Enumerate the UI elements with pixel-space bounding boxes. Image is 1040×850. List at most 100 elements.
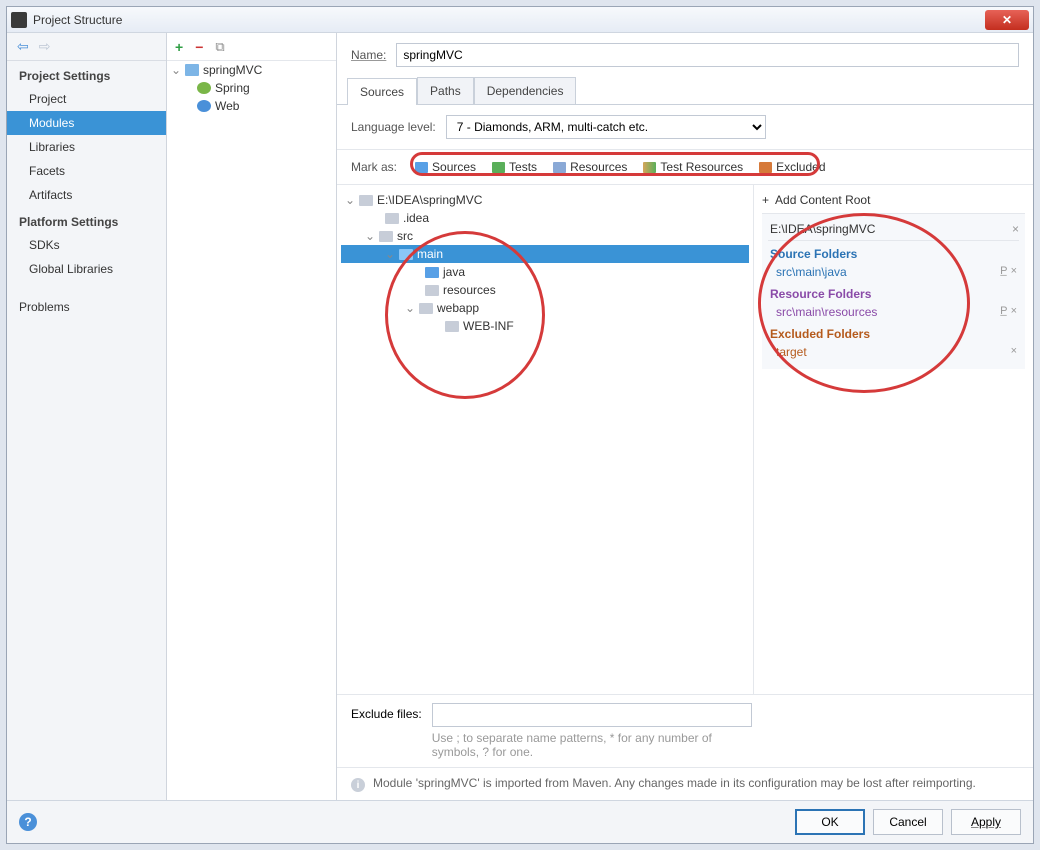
module-root[interactable]: ⌄ springMVC — [167, 61, 336, 79]
mark-tests-button[interactable]: Tests — [488, 158, 541, 176]
module-facet-web[interactable]: Web — [167, 97, 336, 115]
close-button[interactable]: ✕ — [985, 10, 1029, 30]
module-facet-label: Web — [215, 99, 239, 113]
resource-folder-item[interactable]: src\main\resourcesP̲ × — [768, 303, 1019, 321]
modules-panel: + − ⧉ ⌄ springMVC Spring Web — [167, 33, 337, 800]
chevron-down-icon: ⌄ — [345, 193, 355, 207]
window-title: Project Structure — [33, 13, 122, 27]
settings-sidebar: ⇦ ⇨ Project Settings Project Modules Lib… — [7, 33, 167, 800]
section-project-settings: Project Settings — [7, 61, 166, 87]
mark-as-label: Mark as: — [351, 160, 397, 174]
section-platform-settings: Platform Settings — [7, 207, 166, 233]
excluded-folder-item[interactable]: target× — [768, 343, 1019, 361]
copy-module-icon[interactable]: ⧉ — [215, 39, 224, 55]
language-level-select[interactable]: 7 - Diamonds, ARM, multi-catch etc. — [446, 115, 766, 139]
plus-icon: + — [762, 193, 769, 207]
mark-test-resources-button[interactable]: Test Resources — [639, 158, 747, 176]
help-icon[interactable]: ? — [19, 813, 37, 831]
sidebar-item-facets[interactable]: Facets — [7, 159, 166, 183]
tab-sources[interactable]: Sources — [347, 78, 417, 105]
modules-toolbar: + − ⧉ — [167, 33, 336, 61]
tests-color-icon — [492, 162, 505, 173]
chevron-down-icon: ⌄ — [365, 229, 375, 243]
source-folders-header: Source Folders — [768, 241, 1019, 263]
folder-icon — [379, 231, 393, 242]
name-label: Name: — [351, 48, 386, 62]
folder-icon — [445, 321, 459, 332]
sidebar-item-project[interactable]: Project — [7, 87, 166, 111]
remove-module-icon[interactable]: − — [195, 39, 203, 55]
add-module-icon[interactable]: + — [175, 39, 183, 55]
tree-webinf[interactable]: WEB-INF — [341, 317, 749, 335]
exclude-files-row: Exclude files: Use ; to separate name pa… — [337, 694, 1033, 767]
forward-icon[interactable]: ⇨ — [39, 38, 51, 55]
module-facet-spring[interactable]: Spring — [167, 79, 336, 97]
apply-button[interactable]: Apply — [951, 809, 1021, 835]
excluded-color-icon — [759, 162, 772, 173]
remove-root-icon[interactable]: × — [1012, 222, 1019, 236]
mark-excluded-button[interactable]: Excluded — [755, 158, 829, 176]
sidebar-item-artifacts[interactable]: Artifacts — [7, 183, 166, 207]
content-root-path[interactable]: E:\IDEA\springMVC× — [768, 218, 1019, 241]
spring-icon — [197, 82, 211, 94]
tab-dependencies[interactable]: Dependencies — [474, 77, 577, 104]
name-row: Name: — [337, 33, 1033, 77]
folder-icon — [419, 303, 433, 314]
info-icon: i — [351, 778, 365, 792]
tree-src[interactable]: ⌄src — [341, 227, 749, 245]
main-panel: Name: Sources Paths Dependencies Languag… — [337, 33, 1033, 800]
module-tabs: Sources Paths Dependencies — [337, 77, 1033, 105]
mark-sources-button[interactable]: Sources — [411, 158, 480, 176]
edit-remove-icon[interactable]: P̲ × — [1000, 265, 1017, 277]
mark-resources-button[interactable]: Resources — [549, 158, 631, 176]
tab-paths[interactable]: Paths — [417, 77, 474, 104]
excluded-folders-header: Excluded Folders — [768, 321, 1019, 343]
tree-root[interactable]: ⌄E:\IDEA\springMVC — [341, 191, 749, 209]
project-structure-window: Project Structure ✕ ⇦ ⇨ Project Settings… — [6, 6, 1034, 844]
source-folder-icon — [425, 267, 439, 278]
remove-icon[interactable]: × — [1011, 345, 1017, 357]
exclude-help-text: Use ; to separate name patterns, * for a… — [432, 727, 752, 759]
test-resources-color-icon — [643, 162, 656, 173]
module-name-input[interactable] — [396, 43, 1019, 67]
resources-color-icon — [553, 162, 566, 173]
source-tree: ⌄E:\IDEA\springMVC .idea ⌄src ⌄main java… — [337, 185, 753, 694]
language-level-row: Language level: 7 - Diamonds, ARM, multi… — [337, 105, 1033, 150]
exclude-files-input[interactable] — [432, 703, 752, 727]
folder-icon — [399, 249, 413, 260]
content-split: ⌄E:\IDEA\springMVC .idea ⌄src ⌄main java… — [337, 184, 1033, 694]
sidebar-item-global-libraries[interactable]: Global Libraries — [7, 257, 166, 281]
add-content-root-button[interactable]: +Add Content Root — [762, 191, 1025, 209]
module-facet-label: Spring — [215, 81, 250, 95]
ok-button[interactable]: OK — [795, 809, 865, 835]
tree-resources[interactable]: resources — [341, 281, 749, 299]
maven-info-text: Module 'springMVC' is imported from Mave… — [373, 776, 976, 790]
chevron-down-icon: ⌄ — [171, 63, 181, 77]
tree-main[interactable]: ⌄main — [341, 245, 749, 263]
sidebar-item-sdks[interactable]: SDKs — [7, 233, 166, 257]
sidebar-item-modules[interactable]: Modules — [7, 111, 166, 135]
chevron-down-icon: ⌄ — [385, 247, 395, 261]
web-icon — [197, 100, 211, 112]
tree-java[interactable]: java — [341, 263, 749, 281]
resource-folder-icon — [425, 285, 439, 296]
module-root-label: springMVC — [203, 63, 262, 77]
sidebar-item-libraries[interactable]: Libraries — [7, 135, 166, 159]
tree-idea[interactable]: .idea — [341, 209, 749, 227]
back-icon[interactable]: ⇦ — [17, 38, 29, 55]
folder-icon — [359, 195, 373, 206]
nav-arrows: ⇦ ⇨ — [7, 33, 166, 61]
chevron-down-icon: ⌄ — [405, 301, 415, 315]
resource-folders-header: Resource Folders — [768, 281, 1019, 303]
content-root-block: E:\IDEA\springMVC× Source Folders src\ma… — [762, 213, 1025, 369]
cancel-button[interactable]: Cancel — [873, 809, 943, 835]
app-icon — [11, 12, 27, 28]
edit-remove-icon[interactable]: P̲ × — [1000, 305, 1017, 317]
tree-webapp[interactable]: ⌄webapp — [341, 299, 749, 317]
module-folder-icon — [185, 64, 199, 76]
sources-color-icon — [415, 162, 428, 173]
source-folder-item[interactable]: src\main\javaP̲ × — [768, 263, 1019, 281]
sidebar-item-problems[interactable]: Problems — [7, 295, 166, 319]
mark-as-row: Mark as: Sources Tests Resources Test Re… — [337, 150, 1033, 184]
dialog-footer: ? OK Cancel Apply — [7, 800, 1033, 843]
